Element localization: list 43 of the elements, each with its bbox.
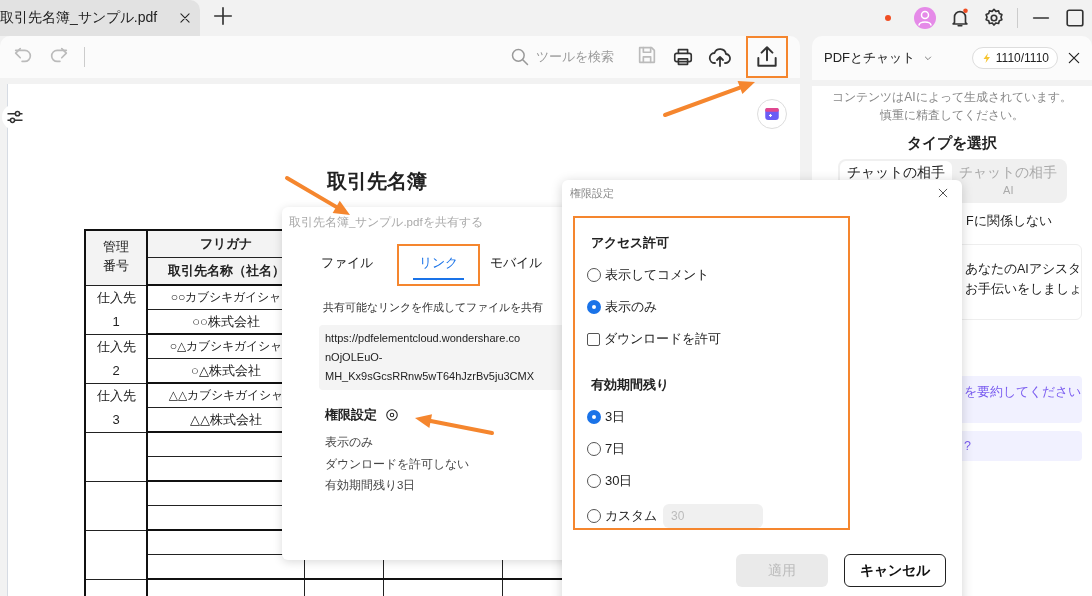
document-tab[interactable]: 取引先名簿_サンプル.pdf [0,0,200,36]
checkbox-option[interactable]: ダウンロードを許可 [587,330,721,348]
chevron-icon [923,53,933,63]
share-tab[interactable]: リンク [413,250,464,280]
section-heading: タイプを選択 [907,134,997,153]
permission-summary: 表示のみ [325,435,374,450]
radio-option[interactable]: 3日 [587,408,626,426]
radio-option[interactable]: 7日 [587,440,626,458]
table-header: 管理番号 [85,230,147,285]
document-title: 取引先名簿 [327,169,427,194]
close-icon[interactable] [178,11,192,25]
tab-title: 取引先名簿_サンプル.pdf [0,9,158,27]
table-cell: 仕入先 1 [85,285,147,334]
table-cell: 仕入先 2 [85,334,147,383]
share-tab[interactable]: モバイル [484,250,548,280]
close-icon[interactable] [1066,50,1082,66]
dialog-title: 取引先名簿_サンプル.pdfを共有する [289,215,484,230]
chat-mode-dropdown[interactable]: PDFとチャット [822,47,935,69]
permissions-heading: 権限設定 [325,406,377,424]
dialog-title: 権限設定 [570,185,614,201]
type-note: Fに関係しない [965,213,1053,230]
print-icon[interactable] [672,46,694,68]
share-tab[interactable]: ファイル [315,250,379,280]
share-description: 共有可能なリンクを作成してファイルを共有 [323,300,544,315]
plus-icon[interactable] [212,5,234,27]
cloud-upload-icon[interactable] [708,45,732,69]
permission-summary: 有効期間残り3日 [325,478,417,493]
table-cell: 仕入先 3 [85,383,147,432]
section-heading: 有効期間残り [591,376,670,394]
disclaimer-text: コンテンツはAIによって生成されています。慎重に精査してください。 [831,89,1073,124]
notification-dot [885,15,891,21]
cancel-button[interactable]: キャンセル [844,554,946,587]
radio-option[interactable]: 30日 [587,472,633,490]
share-icon[interactable] [754,44,780,70]
bell-icon[interactable] [949,7,971,29]
radio-option[interactable]: 表示のみ [587,298,657,316]
credits-badge: 1110/1110 [971,47,1058,69]
search-icon [510,47,530,67]
permission-summary: ダウンロードを許可しない [325,456,470,473]
maximize-icon[interactable] [1064,7,1086,29]
app-icon[interactable] [757,99,787,129]
section-heading: アクセス許可 [591,234,670,252]
radio-option[interactable]: 表示してコメント [587,266,709,284]
